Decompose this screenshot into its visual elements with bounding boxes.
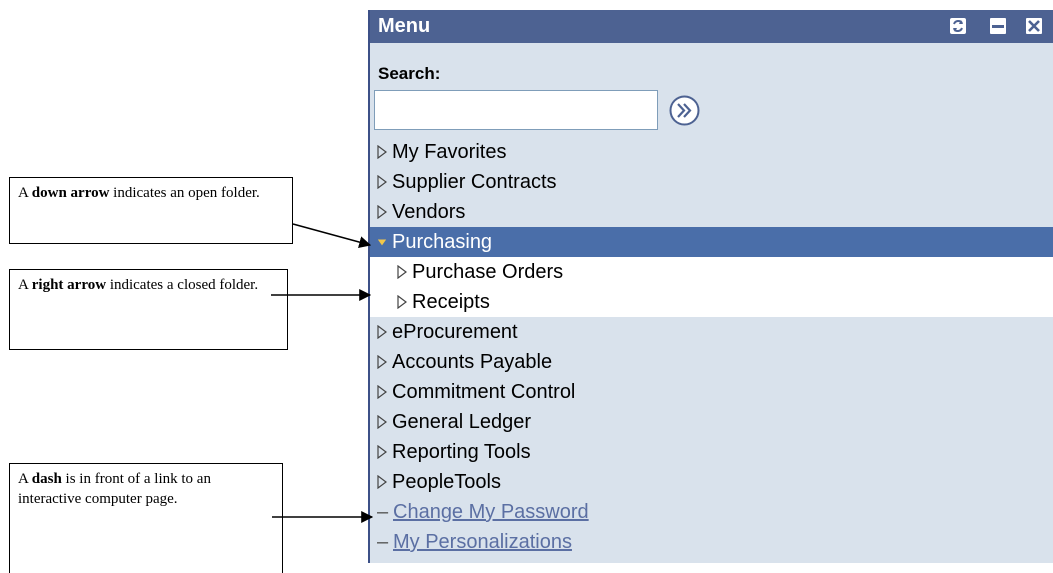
right-arrow-icon [377, 205, 387, 219]
menu-item-label: Accounts Payable [392, 351, 553, 373]
right-arrow-icon [377, 145, 387, 159]
menu-item-label: Commitment Control [392, 381, 576, 403]
menu-item-label: Vendors [392, 201, 466, 223]
change-my-password-link[interactable]: Change My Password [393, 497, 589, 527]
callout-keyword: right arrow [31, 277, 107, 293]
menu-folder-reporting-tools[interactable]: Reporting Tools [370, 437, 1053, 467]
right-arrow-icon [377, 325, 387, 339]
search-input[interactable] [374, 90, 658, 130]
right-arrow-icon [377, 175, 387, 189]
right-arrow-icon [377, 355, 387, 369]
callout-keyword: down arrow [31, 185, 110, 201]
minimize-icon[interactable] [988, 16, 1008, 36]
callout-dash-link: A dash is in front of a link to an inter… [9, 463, 283, 573]
menu-folder-peopletools[interactable]: PeopleTools [370, 467, 1053, 497]
menu-panel: Menu Search: My Favorites Supplier Contr… [368, 10, 1053, 563]
dash-icon: – [377, 531, 389, 553]
menu-item-label: Receipts [412, 291, 490, 313]
menu-folder-eprocurement[interactable]: eProcurement [370, 317, 1053, 347]
callout-open-folder: A down arrow indicates an open folder. [9, 177, 293, 244]
my-personalizations-link[interactable]: My Personalizations [393, 527, 572, 557]
menu-item-label: My Favorites [392, 141, 507, 163]
menu-header: Menu [370, 10, 1053, 43]
refresh-icon[interactable] [948, 16, 968, 36]
menu-list: My Favorites Supplier Contracts Vendors … [370, 137, 1053, 557]
right-arrow-icon [397, 265, 407, 279]
right-arrow-icon [377, 385, 387, 399]
menu-item-label: General Ledger [392, 411, 531, 433]
menu-folder-commitment-control[interactable]: Commitment Control [370, 377, 1053, 407]
menu-item-label: PeopleTools [392, 471, 501, 493]
right-arrow-icon [377, 415, 387, 429]
close-icon[interactable] [1024, 16, 1044, 36]
menu-folder-supplier-contracts[interactable]: Supplier Contracts [370, 167, 1053, 197]
menu-folder-purchasing[interactable]: Purchasing [370, 227, 1053, 257]
menu-folder-general-ledger[interactable]: General Ledger [370, 407, 1053, 437]
double-chevron-right-icon[interactable] [668, 94, 701, 127]
menu-folder-vendors[interactable]: Vendors [370, 197, 1053, 227]
callout-closed-folder: A right arrow indicates a closed folder. [9, 269, 288, 350]
menu-title: Menu [378, 15, 431, 37]
menu-item-label: eProcurement [392, 321, 518, 343]
menu-item-label: Purchase Orders [412, 261, 564, 283]
dash-icon: – [377, 501, 389, 523]
menu-folder-accounts-payable[interactable]: Accounts Payable [370, 347, 1053, 377]
menu-folder-receipts[interactable]: Receipts [370, 287, 1053, 317]
right-arrow-icon [377, 445, 387, 459]
menu-item-label: Supplier Contracts [392, 171, 557, 193]
menu-link-row-personalizations: – My Personalizations [370, 527, 1053, 557]
right-arrow-icon [377, 475, 387, 489]
menu-folder-purchase-orders[interactable]: Purchase Orders [370, 257, 1053, 287]
right-arrow-icon [397, 295, 407, 309]
down-arrow-icon [377, 239, 387, 246]
menu-folder-my-favorites[interactable]: My Favorites [370, 137, 1053, 167]
menu-item-label: Purchasing [392, 231, 493, 253]
callout-keyword: dash [31, 471, 62, 487]
search-label: Search: [378, 64, 441, 83]
arrow-to-open-folder [292, 223, 372, 248]
menu-item-label: Reporting Tools [392, 441, 531, 463]
menu-link-row-change-password: – Change My Password [370, 497, 1053, 527]
